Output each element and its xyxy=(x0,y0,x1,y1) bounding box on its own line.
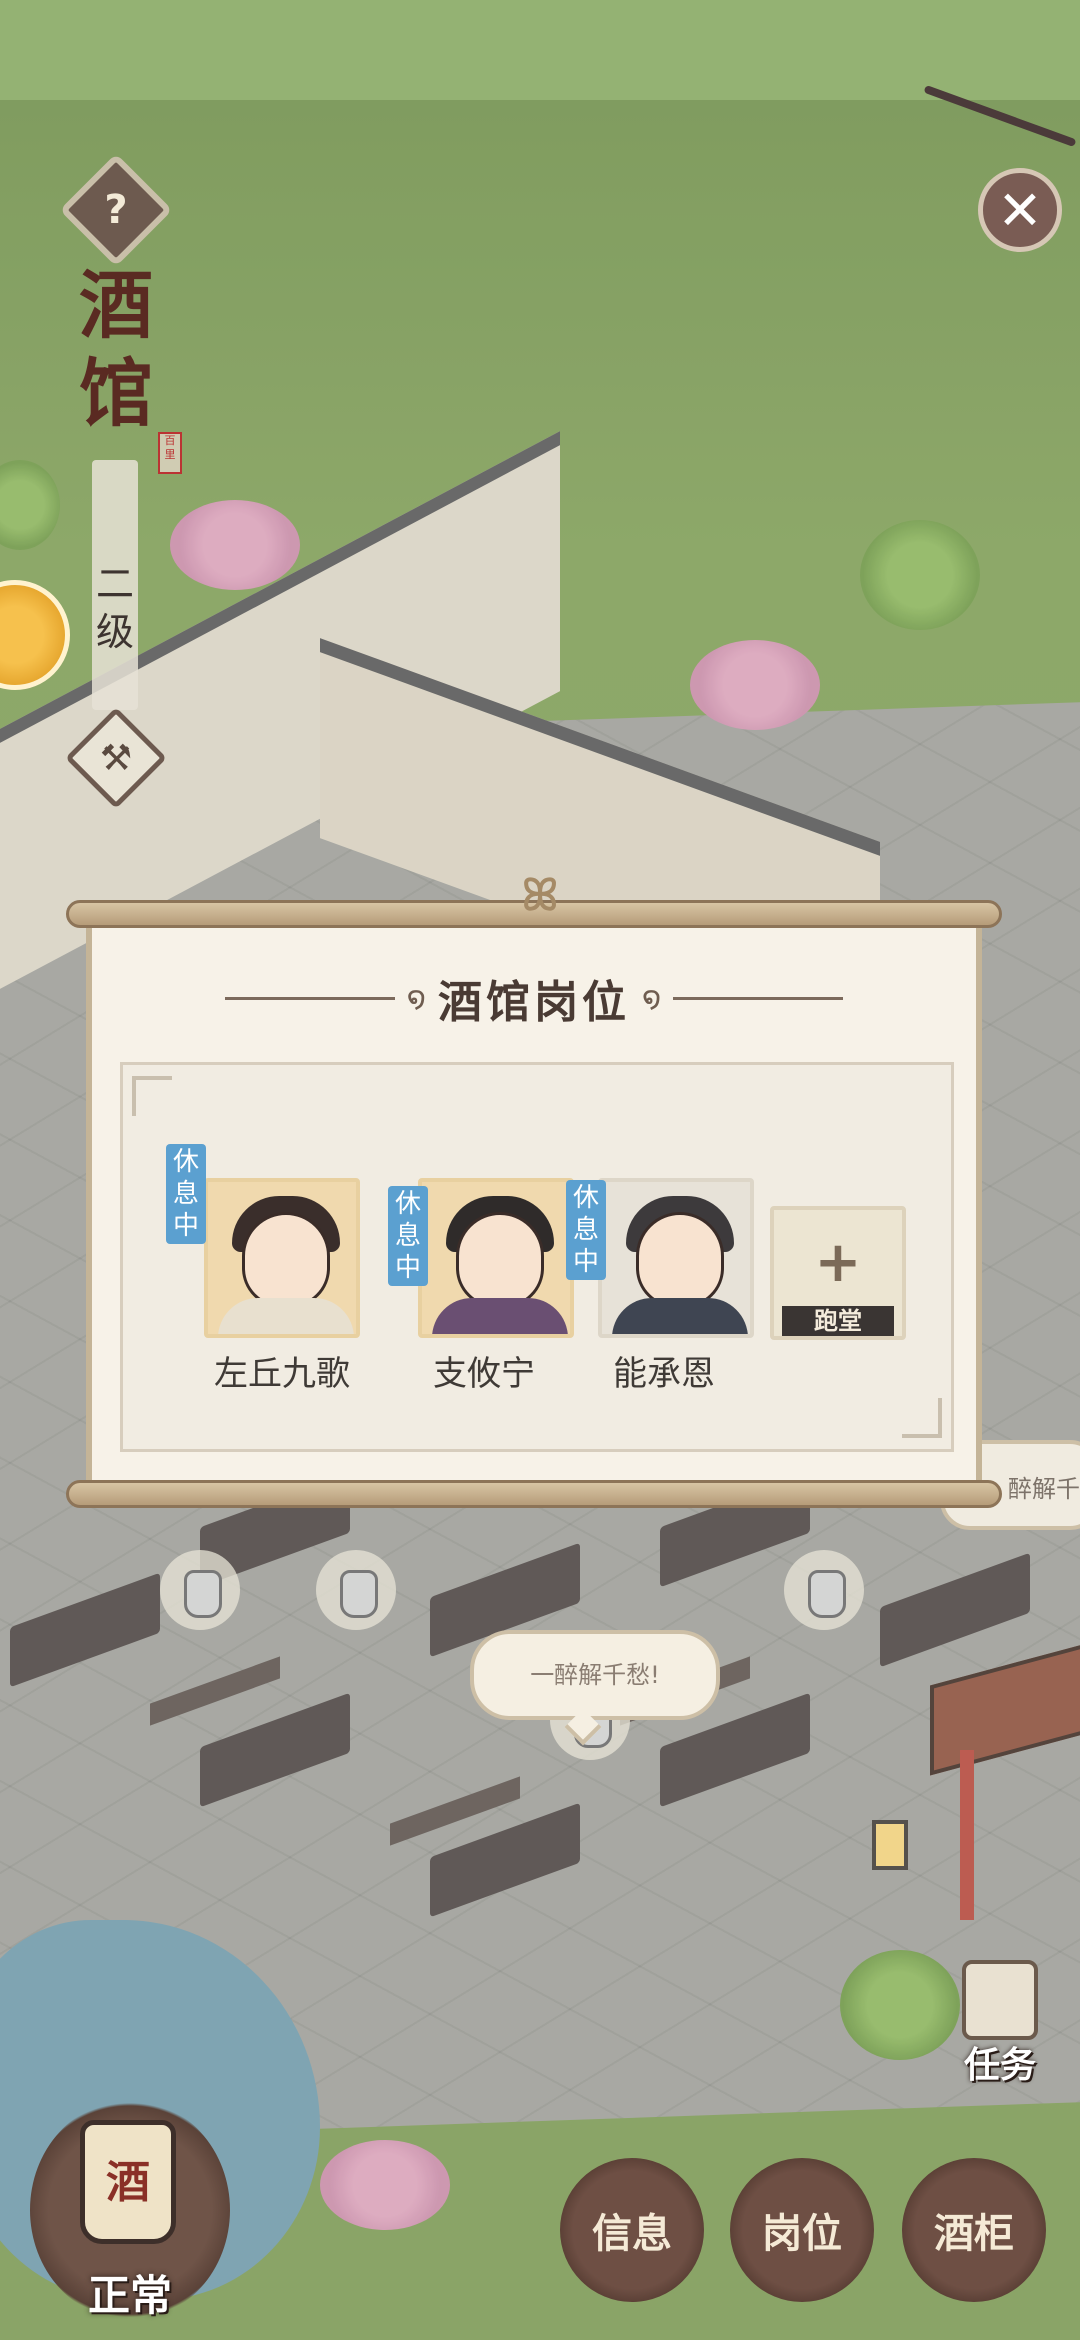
portrait-face xyxy=(242,1212,330,1308)
swirl-icon: ໑ xyxy=(406,980,426,1016)
hammer-icon: ⚒ xyxy=(99,737,133,779)
portrait-clothes xyxy=(612,1298,748,1334)
waiter-label: 跑堂 xyxy=(782,1306,894,1336)
modal-title-row: ໑ 酒馆岗位 ໑ xyxy=(86,968,982,1028)
frame-corner xyxy=(902,1398,942,1438)
staff-portrait xyxy=(418,1178,574,1338)
resting-badge: 休息中 xyxy=(166,1144,206,1244)
swirl-icon: ໑ xyxy=(642,980,662,1016)
close-icon: ✕ xyxy=(997,178,1043,242)
positions-button[interactable]: 岗位 xyxy=(730,2158,874,2302)
title-divider xyxy=(673,996,844,1000)
shop-level: 二级 xyxy=(95,562,134,654)
staff-slot-2[interactable] xyxy=(418,1168,574,1338)
resting-badge: 休息中 xyxy=(388,1186,428,1286)
staff-name: 左丘九歌 xyxy=(214,1354,350,1394)
task-button[interactable]: 任务 xyxy=(940,1950,1060,2090)
task-label: 任务 xyxy=(963,2045,1036,2086)
frame-corner xyxy=(132,1076,172,1116)
staff-name: 支攸宁 xyxy=(433,1354,535,1394)
scroll-rod-bottom xyxy=(66,1480,1002,1508)
plus-icon: + xyxy=(814,1230,862,1295)
staff-slot-3[interactable] xyxy=(598,1168,754,1338)
shop-seal: 百里 xyxy=(158,432,182,474)
title-divider xyxy=(224,996,395,1000)
staff-portrait xyxy=(204,1178,360,1338)
wine-cabinet-button[interactable]: 酒柜 xyxy=(902,2158,1046,2302)
portrait-clothes xyxy=(432,1298,568,1334)
portrait-clothes xyxy=(218,1298,354,1334)
close-button[interactable]: ✕ xyxy=(978,168,1062,252)
modal-title: 酒馆岗位 xyxy=(438,977,630,1028)
staff-portrait xyxy=(598,1178,754,1338)
scroll-icon xyxy=(962,1960,1038,2040)
shop-title: 酒馆 xyxy=(79,263,153,437)
ribbon-knot-icon: ꕤ xyxy=(521,870,559,921)
portrait-face xyxy=(636,1212,724,1308)
staff-slot-1[interactable] xyxy=(204,1168,360,1338)
wine-jar-icon: 酒 xyxy=(80,2120,176,2244)
status-label: 正常 xyxy=(87,2271,172,2320)
resting-badge: 休息中 xyxy=(566,1180,606,1280)
customer-speech-bubble: 一醉解千愁! xyxy=(470,1630,720,1720)
status-bar xyxy=(0,0,1080,100)
info-button[interactable]: 信息 xyxy=(560,2158,704,2302)
question-icon: ? xyxy=(104,187,128,233)
add-waiter-slot[interactable]: + 跑堂 xyxy=(770,1206,906,1340)
portrait-face xyxy=(456,1212,544,1308)
staff-name: 能承恩 xyxy=(613,1354,715,1394)
